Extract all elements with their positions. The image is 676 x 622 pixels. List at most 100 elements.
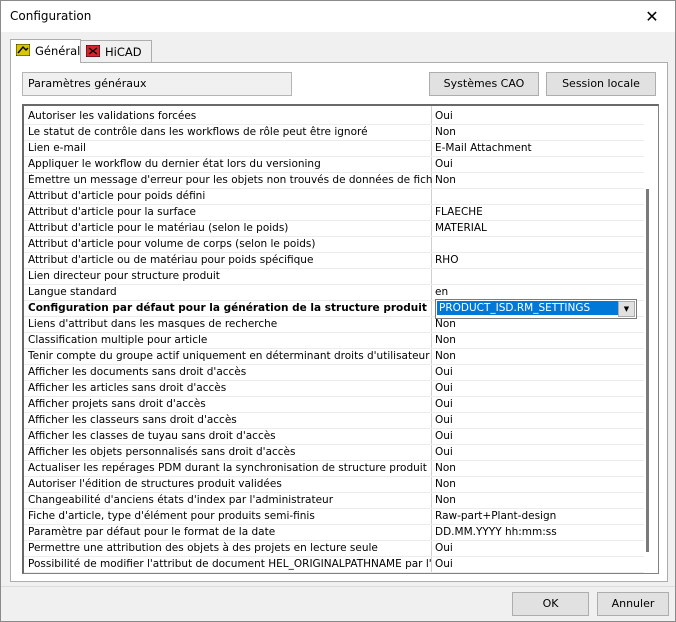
setting-key: Appliquer le workflow du dernier état lo… [28, 158, 321, 170]
setting-key: Fiche d'article, type d'élément pour pro… [28, 510, 315, 522]
table-row[interactable]: Permettre une attribution des objets à d… [24, 541, 644, 557]
setting-value[interactable]: Oui [435, 398, 634, 410]
configuration-dialog: Configuration ✕ Général HiCAD Paramètres… [0, 0, 676, 622]
setting-key: Langue standard [28, 286, 117, 298]
setting-value[interactable]: Non [435, 494, 634, 506]
setting-value[interactable]: RHO [435, 254, 634, 266]
setting-value[interactable]: Non [435, 478, 634, 490]
close-icon[interactable]: ✕ [629, 1, 675, 32]
table-row[interactable]: Lien e-mail E-Mail Attachment [24, 141, 644, 157]
table-row[interactable]: Tenir compte du groupe actif uniquement … [24, 349, 644, 365]
cancel-label: Annuler [611, 597, 655, 610]
table-row[interactable]: Fiche d'article, type d'élément pour pro… [24, 509, 644, 525]
ok-button[interactable]: OK [512, 592, 589, 616]
table-row[interactable]: Autoriser l'édition de structures produi… [24, 477, 644, 493]
setting-key: Changeabilité d'anciens états d'index pa… [28, 494, 334, 506]
table-row[interactable]: Possibilité de modifier l'attribut de do… [24, 557, 644, 573]
setting-key: Attribut d'article pour le matériau (sel… [28, 222, 289, 234]
setting-key: Possibilité de modifier l'attribut de do… [28, 558, 432, 570]
table-row[interactable]: Actualiser les repérages PDM durant la s… [24, 461, 644, 477]
setting-value[interactable]: en [435, 286, 634, 298]
setting-value[interactable]: E-Mail Attachment [435, 142, 634, 154]
dropdown-selected-value: PRODUCT_ISD.RM_SETTINGS [437, 301, 619, 315]
table-row[interactable]: Afficher les articles sans droit d'accès… [24, 381, 644, 397]
table-row[interactable]: Afficher les objets personnalisés sans d… [24, 445, 644, 461]
table-row[interactable]: Autoriser les validations forcées Oui [24, 109, 644, 125]
table-row[interactable]: Attribut d'article ou de matériau pour p… [24, 253, 644, 269]
setting-value[interactable]: Oui [435, 110, 634, 122]
table-row[interactable]: Liens d'attribut dans les masques de rec… [24, 317, 644, 333]
systems-cao-label: Systèmes CAO [443, 77, 525, 90]
setting-key: Permettre une attribution des objets à d… [28, 542, 378, 554]
setting-key: Configuration par défaut pour la générat… [28, 302, 427, 314]
table-row[interactable]: Émettre un message d'erreur pour les obj… [24, 173, 644, 189]
setting-key: Afficher les objets personnalisés sans d… [28, 446, 296, 458]
setting-key: Liens d'attribut dans les masques de rec… [28, 318, 278, 330]
setting-value[interactable]: Oui [435, 366, 634, 378]
setting-value[interactable]: Non [435, 174, 634, 186]
setting-key: Émettre un message d'erreur pour les obj… [28, 174, 432, 186]
table-row[interactable]: Le statut de contrôle dans les workflows… [24, 125, 644, 141]
local-session-button[interactable]: Session locale [546, 72, 656, 96]
setting-value[interactable]: Oui [435, 158, 634, 170]
tab-hicad-label: HiCAD [105, 45, 142, 59]
setting-value[interactable]: MATERIAL [435, 222, 634, 234]
table-row[interactable]: Attribut d'article pour le matériau (sel… [24, 221, 644, 237]
setting-value[interactable]: Oui [435, 414, 634, 426]
tab-general[interactable]: Général [10, 39, 81, 63]
setting-key: Afficher les classes de tuyau sans droit… [28, 430, 276, 442]
setting-key: Tenir compte du groupe actif uniquement … [28, 350, 430, 362]
setting-key: Afficher les classeurs sans droit d'accè… [28, 414, 237, 426]
table-row[interactable]: Classification multiple pour article Non [24, 333, 644, 349]
settings-dropdown[interactable]: PRODUCT_ISD.RM_SETTINGS ▼ [435, 299, 637, 319]
hicad-tab-icon [86, 45, 100, 57]
setting-value[interactable]: Oui [435, 382, 634, 394]
setting-value[interactable]: Non [435, 334, 634, 346]
window-title: Configuration [10, 9, 92, 23]
local-session-label: Session locale [562, 77, 640, 90]
tab-hicad[interactable]: HiCAD [80, 40, 152, 62]
setting-value[interactable]: Non [435, 350, 634, 362]
setting-value[interactable]: Non [435, 462, 634, 474]
setting-value[interactable]: FLAECHE [435, 206, 634, 218]
table-row[interactable]: Afficher projets sans droit d'accès Oui [24, 397, 644, 413]
tab-general-label: Général [35, 44, 81, 58]
setting-key: Attribut d'article pour la surface [28, 206, 196, 218]
general-tab-icon [16, 44, 30, 56]
setting-value[interactable]: DD.MM.YYYY hh:mm:ss [435, 526, 634, 538]
setting-key: Paramètre par défaut pour le format de l… [28, 526, 276, 538]
setting-key: Classification multiple pour article [28, 334, 208, 346]
setting-key: Attribut d'article pour poids défini [28, 190, 206, 202]
table-row[interactable]: Afficher les classes de tuyau sans droit… [24, 429, 644, 445]
table-row[interactable]: Attribut d'article pour la surface FLAECH… [24, 205, 644, 221]
setting-value[interactable]: Non [435, 318, 634, 330]
setting-key: Afficher les articles sans droit d'accès [28, 382, 227, 394]
setting-key: Actualiser les repérages PDM durant la s… [28, 462, 427, 474]
table-row[interactable]: Paramètre par défaut pour le format de l… [24, 525, 644, 541]
setting-value[interactable]: Oui [435, 542, 634, 554]
setting-key: Afficher projets sans droit d'accès [28, 398, 206, 410]
vertical-scrollbar[interactable] [646, 189, 649, 552]
table-row[interactable]: Attribut d'article pour volume de corps … [24, 237, 644, 253]
table-row[interactable]: Afficher les classeurs sans droit d'accè… [24, 413, 644, 429]
table-row[interactable]: Lien directeur pour structure produit [24, 269, 644, 285]
setting-value[interactable]: Oui [435, 430, 634, 442]
setting-key: Le statut de contrôle dans les workflows… [28, 126, 368, 138]
table-row[interactable]: Configuration par défaut pour la générat… [24, 299, 644, 319]
setting-value[interactable]: Non [435, 126, 634, 138]
setting-value[interactable]: Oui [435, 558, 634, 570]
table-row[interactable]: Appliquer le workflow du dernier état lo… [24, 157, 644, 173]
setting-value[interactable]: Oui [435, 446, 634, 458]
title-bar: Configuration ✕ [1, 1, 675, 32]
table-row[interactable]: Attribut d'article pour poids défini [24, 189, 644, 205]
settings-grid[interactable]: Autoriser les validations forcées Oui Le s… [22, 104, 659, 574]
systems-cao-button[interactable]: Systèmes CAO [429, 72, 539, 96]
setting-value[interactable]: Raw-part+Plant-design [435, 510, 634, 522]
cancel-button[interactable]: Annuler [597, 592, 669, 616]
group-label: Paramètres généraux [28, 77, 147, 90]
table-row[interactable]: Afficher les documents sans droit d'accè… [24, 365, 644, 381]
table-row[interactable]: Changeabilité d'anciens états d'index pa… [24, 493, 644, 509]
ok-label: OK [542, 597, 559, 610]
setting-key: Afficher les documents sans droit d'accè… [28, 366, 247, 378]
chevron-down-icon[interactable]: ▼ [618, 301, 635, 317]
